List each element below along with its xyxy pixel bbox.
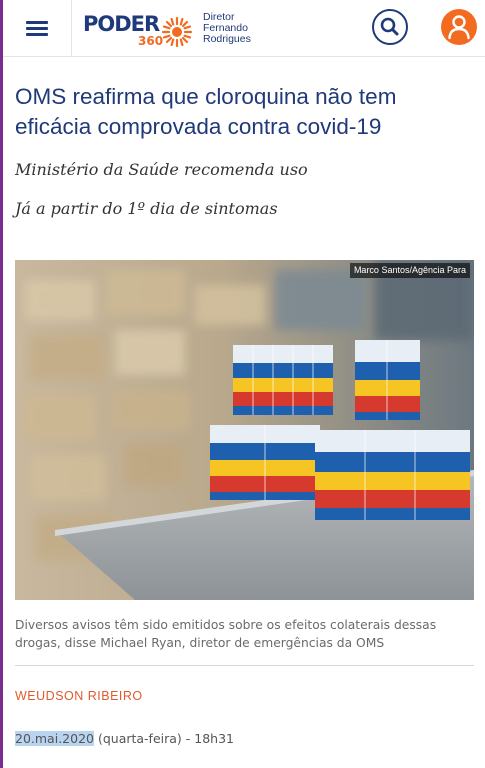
article-title: OMS reafirma que cloroquina não tem efic… [15,84,397,139]
left-accent-bar [0,0,3,768]
header-divider [71,0,72,57]
article-photo: Marco Santos/Agência Para [15,260,474,600]
poder360-logo[interactable]: PODER 360 [83,12,198,48]
photo-caption: Diversos avisos têm sido emitidos sobre … [15,618,437,650]
user-icon [448,15,470,40]
director-last-name: Rodrigues [203,33,251,45]
user-account-button[interactable] [441,9,477,45]
date-highlighted: 20.mai.2020 [15,731,94,746]
logo-number: 360 [138,34,164,48]
search-icon [380,17,399,36]
article-subtitle-2: Já a partir do 1º dia de sintomas [15,199,278,218]
search-button[interactable] [372,9,408,45]
medicine-boxes-illustration [15,260,474,600]
author-link[interactable]: WEUDSON RIBEIRO [15,688,143,704]
sun-logo-icon [161,16,193,48]
site-header: PODER 360 Diretor Fernando Rodrigues [3,0,485,57]
logo-word: PODER [83,12,160,36]
date-weekday-time: (quarta-feira) - 18h31 [93,731,234,746]
publish-date: 20.mai.2020 (quarta-feira) - 18h31 [15,730,234,748]
director-credit: Diretor Fernando Rodrigues [203,12,251,45]
menu-icon[interactable] [26,19,50,37]
divider [15,665,474,666]
article-subtitle-1: Ministério da Saúde recomenda uso [15,160,308,179]
photo-credit: Marco Santos/Agência Para [349,263,470,278]
